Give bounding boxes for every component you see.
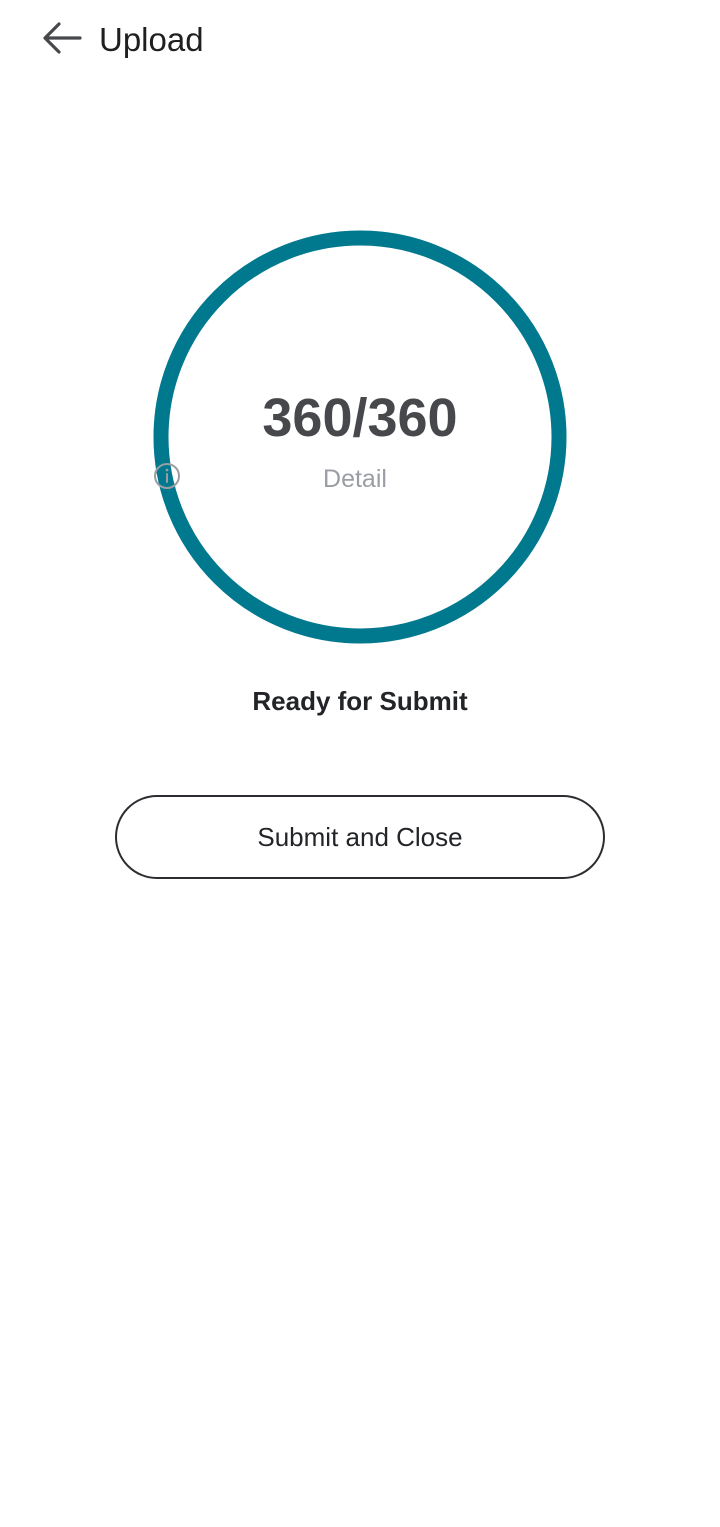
status-text: Ready for Submit <box>252 686 468 716</box>
submit-and-close-button[interactable]: Submit and Close <box>115 795 605 879</box>
app-header: Upload <box>0 0 720 80</box>
upload-progress-ring: 360/360 Detail <box>153 230 567 644</box>
arrow-left-icon <box>42 21 82 60</box>
detail-label: Detail <box>323 465 387 493</box>
back-button[interactable] <box>36 18 88 62</box>
upload-screen: Upload 360/360 Detail Ready for Submit S… <box>0 0 720 1527</box>
detail-link[interactable]: Detail <box>153 462 567 496</box>
page-title: Upload <box>99 21 204 58</box>
upload-count: 360/360 <box>262 388 458 448</box>
